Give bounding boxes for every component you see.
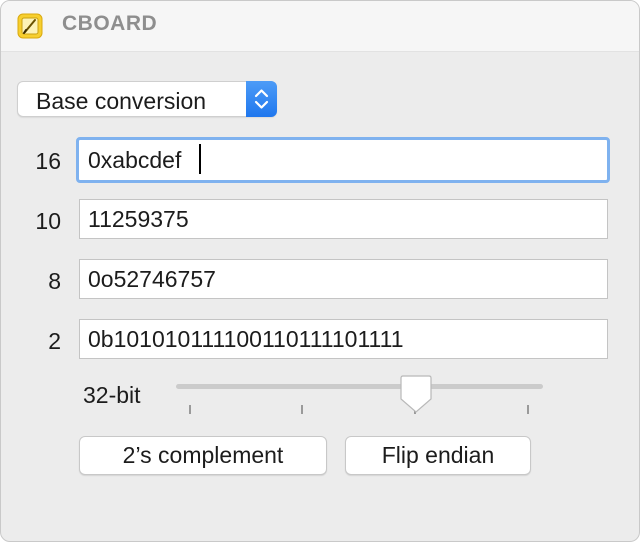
base-2-input[interactable] xyxy=(79,319,608,359)
updown-chevron-icon[interactable] xyxy=(246,81,277,117)
base-16-input[interactable] xyxy=(76,137,610,183)
mode-select-value: Base conversion xyxy=(36,88,207,114)
slider-tick xyxy=(301,405,303,414)
base-10-label: 10 xyxy=(35,208,61,234)
twos-complement-button[interactable]: 2’s complement xyxy=(79,436,327,475)
bit-width-slider-track[interactable] xyxy=(176,384,543,389)
base-8-label: 8 xyxy=(48,268,61,294)
text-caret xyxy=(199,144,201,174)
window-title: CBOARD xyxy=(62,12,158,35)
base-8-input[interactable] xyxy=(79,259,608,299)
base-10-input[interactable] xyxy=(79,199,608,239)
slider-tick xyxy=(189,405,191,414)
mode-select[interactable]: Base conversion xyxy=(17,81,277,117)
flip-endian-button[interactable]: Flip endian xyxy=(345,436,531,475)
app-window: CBOARD Base conversion 16 10 8 2 32-bit … xyxy=(0,0,640,542)
bit-width-slider-thumb[interactable] xyxy=(399,374,433,416)
slider-tick xyxy=(527,405,529,414)
bit-width-label: 32-bit xyxy=(83,382,141,408)
base-16-label: 16 xyxy=(35,148,61,174)
app-notepad-icon xyxy=(17,13,43,39)
base-2-label: 2 xyxy=(48,328,61,354)
title-bar[interactable]: CBOARD xyxy=(1,1,639,52)
